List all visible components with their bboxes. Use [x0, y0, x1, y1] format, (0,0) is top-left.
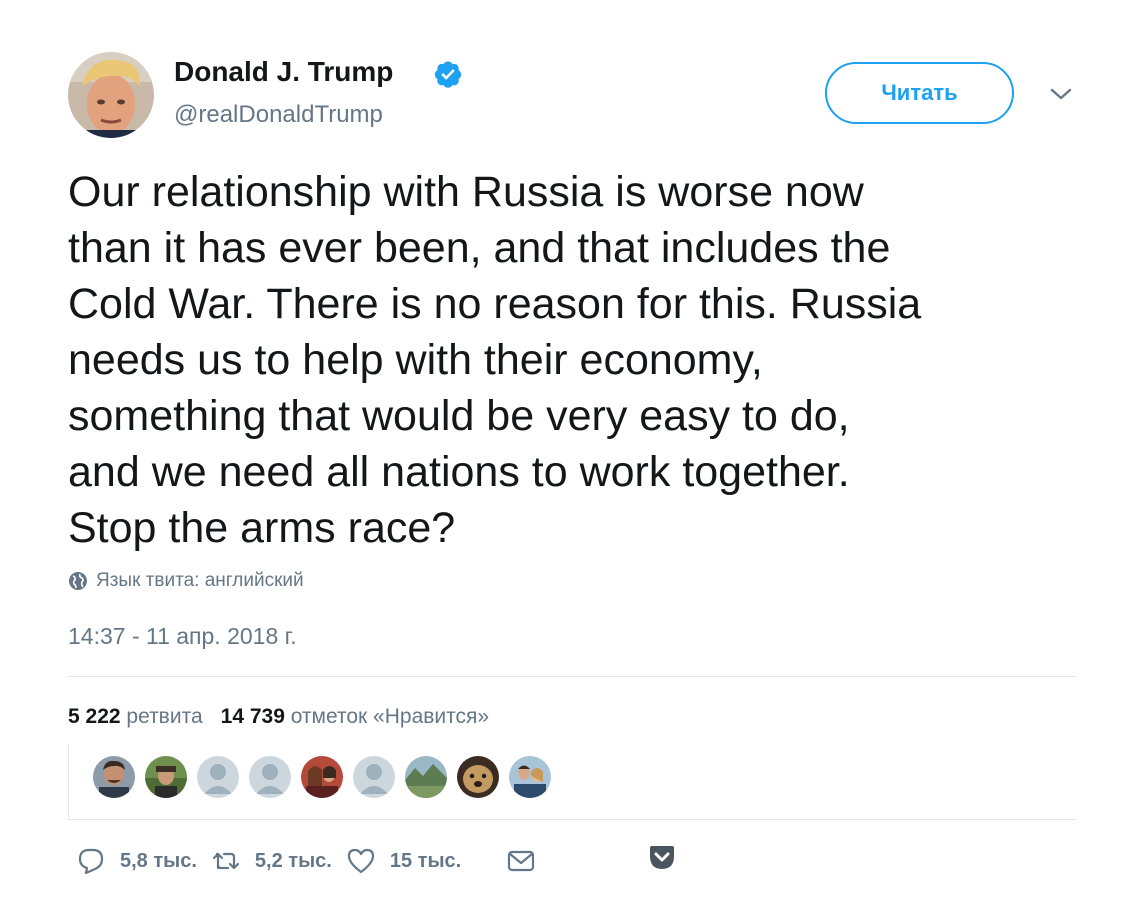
liker-avatar[interactable] [509, 756, 551, 798]
verified-badge-icon [434, 61, 462, 88]
retweet-count: 5,2 тыс. [254, 849, 332, 872]
tweet-stats: 5 222 ретвита 14 739 отметок «Нравится» [68, 705, 489, 729]
tweet-actions: 5,8 тыс. 5,2 тыс. 15 тыс. [76, 843, 475, 879]
liker-avatar[interactable] [457, 756, 499, 798]
author-name[interactable]: Donald J. Trump [174, 56, 393, 88]
retweets-stat[interactable]: 5 222 ретвита [68, 705, 203, 728]
reply-count: 5,8 тыс. [120, 849, 197, 872]
like-action[interactable]: 15 тыс. [346, 846, 475, 876]
follow-button[interactable]: Читать [825, 62, 1014, 124]
liker-avatar[interactable] [145, 756, 187, 798]
chevron-down-icon[interactable] [1047, 82, 1075, 106]
author-handle[interactable]: @realDonaldTrump [174, 101, 383, 129]
envelope-icon[interactable] [506, 846, 536, 876]
like-count: 15 тыс. [389, 849, 462, 872]
tweet-timestamp[interactable]: 14:37 - 11 апр. 2018 г. [68, 623, 297, 650]
retweets-count: 5 222 [68, 705, 121, 728]
tweet-language-label: Язык твита: английский [96, 570, 304, 591]
tweet-language[interactable]: Язык твита: английский [68, 570, 304, 592]
likes-stat[interactable]: 14 739 отметок «Нравится» [221, 705, 489, 728]
likes-label: отметок «Нравится» [290, 705, 490, 728]
liker-avatar[interactable] [197, 756, 239, 798]
retweets-label: ретвита [126, 705, 203, 728]
reply-icon [78, 848, 104, 875]
globe-icon [69, 572, 87, 590]
avatar[interactable] [68, 52, 154, 138]
liker-avatar[interactable] [301, 756, 343, 798]
divider [68, 819, 1076, 820]
reply-action[interactable]: 5,8 тыс. [76, 846, 211, 876]
tweet-text: Our relationship with Russia is worse no… [68, 168, 922, 552]
retweet-icon [212, 852, 240, 870]
liker-avatar[interactable] [93, 756, 135, 798]
likers-avatars [68, 745, 1077, 819]
divider [68, 676, 1076, 677]
liker-avatar[interactable] [249, 756, 291, 798]
retweet-action[interactable]: 5,2 тыс. [211, 846, 346, 876]
pocket-icon[interactable] [648, 843, 676, 873]
liker-avatar[interactable] [353, 756, 395, 798]
likes-count: 14 739 [220, 705, 285, 728]
liker-avatar[interactable] [405, 756, 447, 798]
heart-icon [347, 848, 374, 874]
